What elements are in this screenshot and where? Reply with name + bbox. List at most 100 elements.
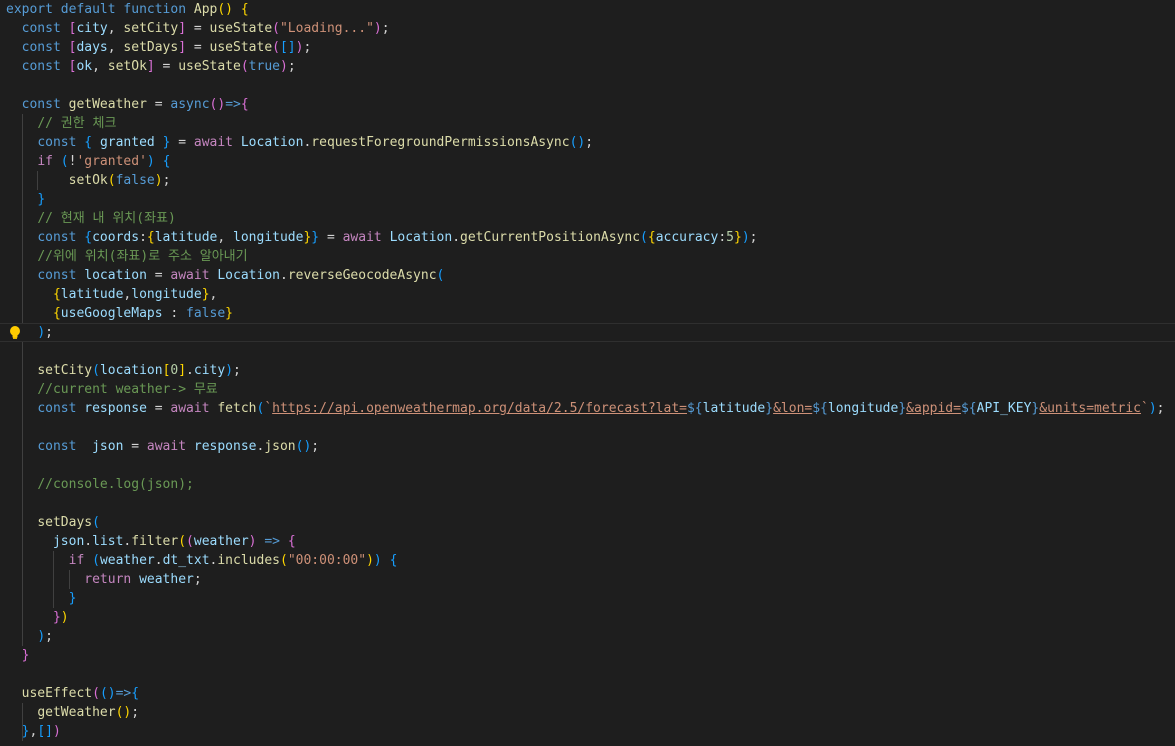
code-token: await <box>170 268 210 283</box>
code-token: () <box>569 135 586 150</box>
code-line[interactable]: //위에 위치(좌표)로 주소 알아내기 <box>0 247 1175 266</box>
code-line[interactable]: setDays( <box>0 513 1175 532</box>
indent-guide <box>21 399 23 418</box>
code-token: longitude <box>131 287 202 302</box>
indent-guide <box>21 361 23 380</box>
code-line[interactable]: const getWeather = async()=>{ <box>0 95 1175 114</box>
code-line[interactable]: const [ok, setOk] = useState(true); <box>0 57 1175 76</box>
code-line[interactable]: const json = await response.json(); <box>0 437 1175 456</box>
code-line[interactable] <box>0 76 1175 95</box>
code-token: setCity <box>37 363 93 378</box>
indent-guide <box>21 513 23 532</box>
code-token: const <box>37 439 77 454</box>
code-line[interactable]: if (weather.dt_txt.includes("00:00:00"))… <box>0 551 1175 570</box>
code-line[interactable]: return weather; <box>0 570 1175 589</box>
code-token: granted <box>99 135 155 150</box>
code-line[interactable]: const [days, setDays] = useState([]); <box>0 38 1175 57</box>
code-line[interactable]: const location = await Location.reverseG… <box>0 266 1175 285</box>
code-token: { <box>389 553 398 568</box>
code-line[interactable]: {latitude,longitude}, <box>0 285 1175 304</box>
code-line[interactable]: //current weather-> 무료 <box>0 380 1175 399</box>
code-token: ` <box>264 401 273 416</box>
code-token: ; <box>193 572 202 587</box>
code-line[interactable]: // 현재 내 위치(좌표) <box>0 209 1175 228</box>
code-line[interactable] <box>0 418 1175 437</box>
code-token: ) <box>373 553 382 568</box>
code-token: ; <box>749 230 758 245</box>
code-token: latitude <box>154 230 218 245</box>
code-token: ( <box>240 59 249 74</box>
code-token: ) <box>1148 401 1157 416</box>
code-line[interactable]: const {coords:{latitude, longitude}} = a… <box>0 228 1175 247</box>
code-editor[interactable]: export default function App() { const [c… <box>0 0 1175 746</box>
code-line[interactable]: const response = await fetch(`https://ap… <box>0 399 1175 418</box>
code-line[interactable]: const { granted } = await Location.reque… <box>0 133 1175 152</box>
code-line[interactable] <box>0 665 1175 684</box>
code-token: { <box>131 686 140 701</box>
code-line[interactable]: } <box>0 190 1175 209</box>
code-token: ] <box>178 363 187 378</box>
code-line[interactable]: getWeather(); <box>0 703 1175 722</box>
code-token: city <box>193 363 226 378</box>
code-token: { <box>84 135 93 150</box>
code-token: ( <box>279 553 288 568</box>
code-line[interactable]: } <box>0 589 1175 608</box>
indent-guide <box>68 570 70 589</box>
code-line[interactable]: ); <box>0 323 1175 342</box>
code-line[interactable]: {useGoogleMaps : false} <box>0 304 1175 323</box>
code-line[interactable]: useEffect(()=>{ <box>0 684 1175 703</box>
code-token: ; <box>162 173 171 188</box>
code-token: ; <box>585 135 594 150</box>
code-line[interactable]: //console.log(json); <box>0 475 1175 494</box>
code-token: ; <box>381 21 390 36</box>
code-token: ok <box>76 59 93 74</box>
code-token: } <box>765 401 774 416</box>
indent-guide <box>21 456 23 475</box>
code-token: } <box>68 591 77 606</box>
code-line[interactable]: }) <box>0 608 1175 627</box>
code-line[interactable]: if (!'granted') { <box>0 152 1175 171</box>
code-token: = <box>146 268 171 283</box>
code-line[interactable]: json.list.filter((weather) => { <box>0 532 1175 551</box>
indent-guide <box>37 171 39 190</box>
code-token: https://api.openweathermap.org/data/2.5/… <box>272 401 687 416</box>
code-token: { <box>52 287 61 302</box>
indent-guide <box>21 114 23 133</box>
code-token: } <box>225 306 233 321</box>
code-token: } <box>201 287 210 302</box>
code-line[interactable]: export default function App() { <box>0 0 1175 19</box>
code-line[interactable] <box>0 342 1175 361</box>
code-line[interactable]: // 권한 체크 <box>0 114 1175 133</box>
code-token: ; <box>1156 401 1165 416</box>
code-line[interactable]: },[]) <box>0 722 1175 741</box>
code-token: default <box>60 2 116 17</box>
code-token: list <box>92 534 124 549</box>
code-line[interactable] <box>0 456 1175 475</box>
code-token: const <box>37 135 77 150</box>
code-token: 5 <box>726 230 734 245</box>
code-token: ; <box>287 59 296 74</box>
code-line[interactable] <box>0 494 1175 513</box>
lightbulb-icon[interactable] <box>8 325 22 340</box>
code-token: = <box>123 439 147 454</box>
code-line[interactable]: ); <box>0 627 1175 646</box>
code-line[interactable]: setCity(location[0].city); <box>0 361 1175 380</box>
code-line[interactable]: const [city, setCity] = useState("Loadin… <box>0 19 1175 38</box>
code-line[interactable]: setOk(false); <box>0 171 1175 190</box>
code-line[interactable]: } <box>0 646 1175 665</box>
code-token: ] <box>178 21 187 36</box>
code-token: : <box>718 230 727 245</box>
code-token: ; <box>45 325 53 340</box>
code-token: const <box>37 230 77 245</box>
code-token: false <box>115 173 155 188</box>
